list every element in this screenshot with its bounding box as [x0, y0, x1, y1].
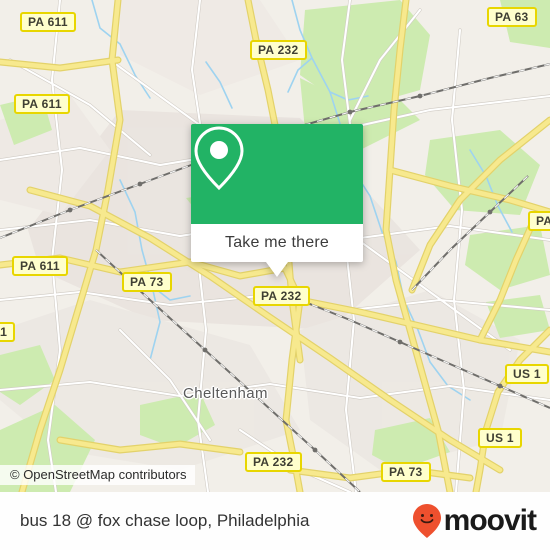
moovit-logo[interactable]: moovit — [412, 503, 537, 539]
road-shield[interactable]: 11 — [0, 322, 16, 342]
map-screenshot: Cheltenham PA 611 PA 232 PA 63 PA 611 PA… — [0, 0, 550, 550]
road-shield[interactable]: PA 73 — [381, 462, 431, 482]
moovit-wordmark: moovit — [443, 504, 537, 537]
bottom-bar: bus 18 @ fox chase loop, Philadelphia mo… — [0, 492, 550, 550]
map-canvas[interactable]: Cheltenham PA 611 PA 232 PA 63 PA 611 PA… — [0, 0, 550, 492]
road-shield[interactable]: PA 232 — [253, 286, 310, 306]
stop-title: bus 18 @ fox chase loop, Philadelphia — [20, 511, 310, 530]
road-shield[interactable]: PA 232 — [250, 40, 307, 60]
road-shield[interactable]: PA 73 — [122, 272, 172, 292]
road-shield[interactable]: US 1 — [478, 428, 522, 448]
road-shield[interactable]: PA — [528, 211, 550, 231]
road-shield[interactable]: PA 232 — [245, 452, 302, 472]
road-shield[interactable]: PA 611 — [14, 94, 70, 114]
callout-tail — [266, 262, 288, 277]
road-shield[interactable]: US 1 — [505, 364, 549, 384]
callout-header — [191, 124, 363, 224]
take-me-there-label: Take me there — [225, 234, 329, 251]
road-shield[interactable]: PA 611 — [20, 12, 76, 32]
moovit-smiley-pin-icon — [412, 504, 441, 538]
location-pin-icon — [194, 126, 244, 191]
location-callout[interactable]: Take me there — [191, 124, 363, 277]
road-shield[interactable]: PA 63 — [487, 7, 537, 27]
road-shield[interactable]: PA 611 — [12, 256, 68, 276]
osm-attribution[interactable]: © OpenStreetMap contributors — [0, 465, 195, 485]
take-me-there-button[interactable]: Take me there — [191, 224, 363, 262]
place-label-cheltenham: Cheltenham — [183, 385, 268, 402]
